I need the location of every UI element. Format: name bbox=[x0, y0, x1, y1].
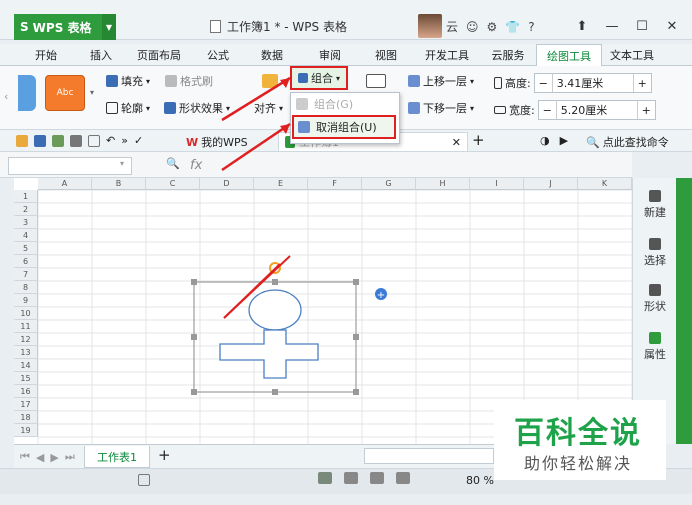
side-select[interactable]: 选择 bbox=[633, 238, 677, 268]
side-panel-toggle[interactable] bbox=[676, 178, 692, 444]
last-sheet-icon[interactable]: ⏭ bbox=[65, 450, 75, 464]
status-doc-icon[interactable] bbox=[138, 474, 150, 486]
watermark-subtitle: 助你轻松解决 bbox=[524, 454, 633, 473]
select-icon bbox=[649, 238, 661, 250]
reading-view-icon[interactable] bbox=[396, 472, 410, 484]
sheet-nav: ⏮ ◀ ▶ ⏭ bbox=[20, 450, 75, 464]
zoom-level[interactable]: 80 % bbox=[466, 474, 494, 487]
side-new[interactable]: 新建 bbox=[633, 190, 677, 220]
page-break-view-icon[interactable] bbox=[370, 472, 384, 484]
new-icon bbox=[649, 190, 661, 202]
prev-sheet-icon[interactable]: ◀ bbox=[36, 451, 44, 464]
normal-view-icon[interactable] bbox=[318, 472, 332, 484]
watermark-title: 百科全说 bbox=[514, 416, 642, 451]
view-modes bbox=[318, 472, 410, 484]
side-properties[interactable]: 属性 bbox=[633, 332, 677, 362]
shape-icon bbox=[649, 284, 661, 296]
next-sheet-icon[interactable]: ▶ bbox=[50, 451, 58, 464]
add-sheet-button[interactable]: + bbox=[158, 446, 171, 464]
properties-icon bbox=[649, 332, 661, 344]
horizontal-scrollbar[interactable] bbox=[364, 448, 494, 464]
first-sheet-icon[interactable]: ⏮ bbox=[20, 450, 30, 464]
sheet-tab[interactable]: 工作表1 bbox=[84, 446, 150, 468]
page-layout-view-icon[interactable] bbox=[344, 472, 358, 484]
arrow-to-group bbox=[221, 76, 291, 122]
side-shape[interactable]: 形状 bbox=[633, 284, 677, 314]
arrow-to-ungroup bbox=[221, 122, 291, 172]
